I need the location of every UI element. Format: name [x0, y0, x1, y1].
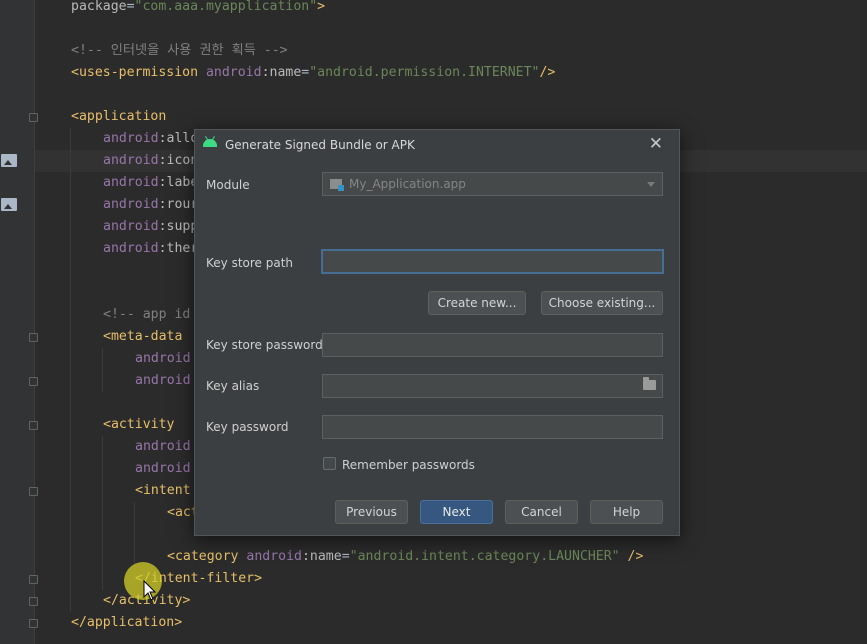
code-token: </application> [71, 615, 183, 630]
code-token: android [135, 461, 191, 476]
android-icon [203, 139, 217, 147]
code-token: android [135, 373, 191, 388]
code-line: android:icon [103, 150, 198, 172]
code-token: /> [619, 549, 644, 564]
code-token: :allo [158, 131, 199, 146]
choose-existing-button[interactable]: Choose existing... [541, 291, 663, 315]
code-line: android:ther [103, 238, 198, 260]
generate-signed-apk-dialog: Generate Signed Bundle or APK ✕ Module M… [194, 129, 680, 536]
code-line: <!-- 인터넷을 사용 권한 획득 --> [71, 40, 288, 62]
code-token: android [103, 175, 159, 190]
code-token: <!-- 인터넷을 사용 권한 획득 --> [71, 43, 288, 58]
code-line: <uses-permission android:name="android.p… [71, 62, 555, 84]
create-new-button[interactable]: Create new... [428, 291, 526, 315]
code-token: <category [167, 549, 247, 564]
code-token: :ther [158, 241, 199, 256]
code-token: "android.permission.INTERNET" [309, 65, 540, 80]
code-token: android [103, 197, 159, 212]
code-token: <application [71, 109, 167, 124]
code-token: android [135, 351, 191, 366]
cancel-button[interactable]: Cancel [505, 500, 578, 524]
code-line: android [135, 370, 191, 392]
code-line: android:supp [103, 216, 198, 238]
keystore-path-input[interactable] [321, 249, 664, 274]
code-token: package [71, 0, 127, 14]
code-token: = [126, 0, 135, 14]
code-token: <uses-permission [71, 65, 206, 80]
code-line: android [135, 458, 191, 480]
code-line: <category android:name="android.intent.c… [167, 546, 643, 568]
code-token: <intent [135, 483, 191, 498]
code-token: "android.intent.category.LAUNCHER" [349, 549, 620, 564]
folder-icon[interactable] [643, 377, 656, 390]
code-line: </application> [71, 612, 182, 634]
code-token: = [341, 549, 350, 564]
code-token: :name [261, 65, 302, 80]
key-password-input[interactable] [322, 415, 663, 439]
code-token: :name [301, 549, 342, 564]
code-token: android [205, 65, 262, 80]
module-icon [330, 179, 344, 191]
code-token: android [246, 549, 302, 564]
module-label: Module [206, 178, 250, 192]
code-token: :icon [158, 153, 199, 168]
close-icon[interactable]: ✕ [649, 134, 663, 154]
help-button[interactable]: Help [590, 500, 663, 524]
remember-passwords-checkbox[interactable] [323, 457, 336, 470]
code-line: package="com.aaa.myapplication"> [71, 0, 325, 18]
code-line: <meta-data [103, 326, 182, 348]
code-line: <!-- app id [103, 304, 190, 326]
code-token: android [103, 131, 159, 146]
dialog-titlebar: Generate Signed Bundle or APK ✕ [195, 130, 679, 160]
code-line: android [135, 348, 191, 370]
code-token: > [317, 0, 326, 14]
code-line: android [135, 436, 191, 458]
keystore-path-label: Key store path [206, 256, 294, 270]
key-password-label: Key password [206, 420, 289, 434]
code-line: android:labe [103, 172, 198, 194]
keystore-password-input[interactable] [322, 333, 663, 357]
code-line: <application [71, 106, 166, 128]
code-token: android [103, 241, 159, 256]
code-line: <activity [103, 414, 174, 436]
code-token: android [135, 439, 191, 454]
key-alias-label: Key alias [206, 379, 260, 393]
module-select[interactable]: My_Application.app [322, 172, 663, 196]
dialog-title: Generate Signed Bundle or APK [225, 138, 415, 152]
code-token: :supp [158, 219, 199, 234]
code-token: <activity [103, 417, 175, 432]
code-token: :labe [158, 175, 199, 190]
code-token: /> [539, 65, 556, 80]
code-token: <meta-data [103, 329, 183, 344]
code-token: "com.aaa.myapplication" [134, 0, 318, 14]
mouse-pointer-icon [143, 580, 157, 601]
code-token: :rour [158, 197, 199, 212]
remember-passwords-label: Remember passwords [342, 458, 475, 472]
code-line: android:rour [103, 194, 198, 216]
keystore-password-label: Key store password [206, 338, 323, 352]
code-token: android [103, 153, 159, 168]
next-button[interactable]: Next [420, 500, 493, 524]
code-token: android [103, 219, 159, 234]
module-value: My_Application.app [349, 177, 466, 191]
previous-button[interactable]: Previous [335, 500, 408, 524]
code-line: android:allo [103, 128, 198, 150]
chevron-down-icon [647, 182, 655, 187]
code-line: <intent [135, 480, 191, 502]
key-alias-input[interactable] [322, 374, 663, 398]
code-token: <!-- app id [103, 307, 191, 322]
